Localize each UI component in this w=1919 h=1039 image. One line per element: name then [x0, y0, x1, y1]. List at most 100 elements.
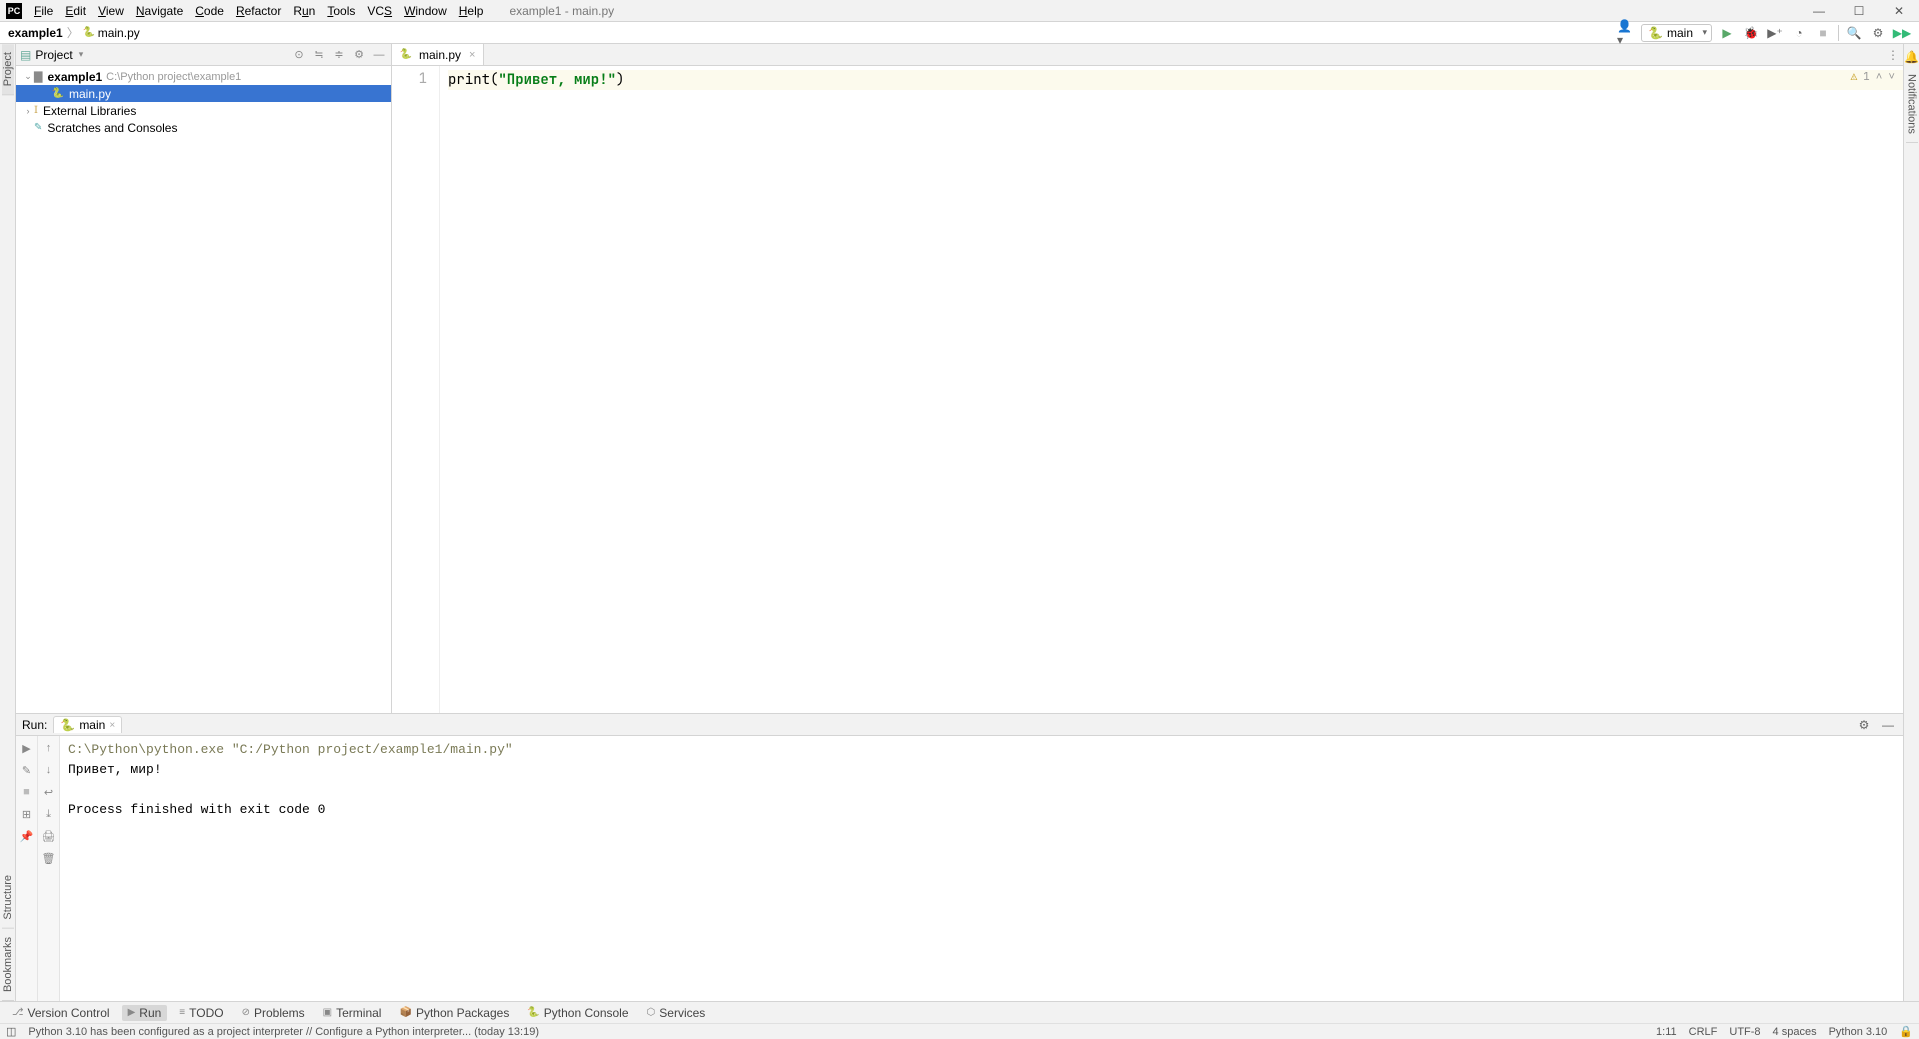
status-interpreter[interactable]: Python 3.10 — [1829, 1026, 1888, 1038]
run-config-name: main — [1667, 26, 1693, 40]
code-area[interactable]: print("Привет, мир!") ⚠ 1 ˄ ˅ — [440, 66, 1903, 713]
packages-icon: 📦 — [399, 1007, 411, 1018]
stop-button[interactable]: ■ — [1814, 24, 1832, 42]
inspection-widget[interactable]: ⚠ 1 ˄ ˅ — [1851, 70, 1895, 84]
editor-tab-main[interactable]: 🐍 main.py × — [392, 44, 484, 65]
status-message[interactable]: Python 3.10 has been configured as a pro… — [28, 1026, 539, 1038]
menu-vcs[interactable]: VCS — [361, 2, 398, 20]
problems-icon: ⊘ — [242, 1007, 250, 1018]
code-line-1[interactable]: print("Привет, мир!") — [448, 70, 1903, 90]
up-icon[interactable]: ↑ — [41, 740, 57, 756]
tree-file-main[interactable]: 🐍 main.py — [16, 85, 391, 102]
chevron-down-icon[interactable]: ▾ — [79, 49, 84, 60]
search-everywhere-button[interactable]: 🔍 — [1845, 24, 1863, 42]
external-libraries-label: External Libraries — [43, 104, 136, 118]
status-line-sep[interactable]: CRLF — [1689, 1026, 1718, 1038]
status-lock-icon[interactable]: 🔒 — [1899, 1025, 1913, 1038]
editor-tabs: 🐍 main.py × ⋮ — [392, 44, 1903, 66]
bottom-tool-bar: ⎇Version Control ▶Run ≡TODO ⊘Problems ▣T… — [0, 1001, 1919, 1023]
menu-bar: File Edit View Navigate Code Refactor Ru… — [28, 0, 489, 22]
menu-edit[interactable]: Edit — [59, 2, 92, 20]
status-indent[interactable]: 4 spaces — [1773, 1026, 1817, 1038]
minimize-button[interactable]: — — [1799, 0, 1839, 22]
right-tab-notifications[interactable]: Notifications — [1906, 66, 1918, 143]
run-anything-button[interactable]: ▶▶ — [1893, 24, 1911, 42]
debug-button[interactable]: 🐞 — [1742, 24, 1760, 42]
bottom-tab-services[interactable]: ⬡Services — [641, 1005, 712, 1021]
layout-icon[interactable]: ⊞ — [19, 806, 35, 822]
expand-all-icon[interactable]: ≒ — [311, 47, 327, 63]
status-caret-pos[interactable]: 1:11 — [1656, 1026, 1677, 1038]
soft-wrap-icon[interactable]: ↩ — [41, 784, 57, 800]
hide-panel-icon[interactable]: — — [1879, 716, 1897, 734]
bottom-tab-python-console[interactable]: 🐍Python Console — [521, 1005, 634, 1021]
pin-icon[interactable]: 📌 — [19, 828, 35, 844]
expand-arrow-icon[interactable]: › — [22, 106, 34, 116]
project-title[interactable]: Project — [35, 48, 72, 62]
left-tab-bookmarks[interactable]: Bookmarks — [2, 929, 14, 1001]
breadcrumb-sep: 〉 — [67, 24, 79, 41]
breadcrumb-root[interactable]: example1 — [8, 26, 63, 40]
menu-view[interactable]: View — [92, 2, 130, 20]
close-tab-icon[interactable]: × — [469, 49, 475, 61]
menu-tools[interactable]: Tools — [321, 2, 361, 20]
close-button[interactable]: ✕ — [1879, 0, 1919, 22]
menu-run[interactable]: Run — [287, 2, 321, 20]
python-icon: 🐍 — [60, 718, 75, 732]
print-icon[interactable]: 🖨 — [41, 828, 57, 844]
scroll-to-end-icon[interactable]: ⤓ — [41, 806, 57, 822]
python-icon: 🐍 — [1648, 26, 1663, 40]
bottom-tab-run[interactable]: ▶Run — [122, 1005, 168, 1021]
settings-icon[interactable]: ⚙ — [351, 47, 367, 63]
close-tab-icon[interactable]: × — [109, 720, 115, 731]
bottom-tab-todo[interactable]: ≡TODO — [173, 1005, 229, 1021]
settings-button[interactable]: ⚙ — [1869, 24, 1887, 42]
menu-file[interactable]: File — [28, 2, 59, 20]
next-highlight-icon[interactable]: ˅ — [1888, 70, 1895, 84]
bottom-tab-python-packages[interactable]: 📦Python Packages — [393, 1005, 515, 1021]
project-tree[interactable]: ⌄ ▇ example1 C:\Python project\example1 … — [16, 66, 391, 713]
maximize-button[interactable]: ☐ — [1839, 0, 1879, 22]
menu-help[interactable]: Help — [453, 2, 490, 20]
app-icon: PC — [6, 3, 22, 19]
run-coverage-button[interactable]: ▶⁺ — [1766, 24, 1784, 42]
down-icon[interactable]: ↓ — [41, 762, 57, 778]
profile-button[interactable]: ◔ — [1790, 24, 1808, 42]
clear-icon[interactable]: 🗑 — [41, 850, 57, 866]
hide-panel-icon[interactable]: — — [371, 47, 387, 63]
tree-root[interactable]: ⌄ ▇ example1 C:\Python project\example1 — [16, 68, 391, 85]
add-user-icon[interactable]: 👤▾ — [1617, 24, 1635, 42]
bottom-tab-terminal[interactable]: ▣Terminal — [317, 1005, 388, 1021]
breadcrumb-file[interactable]: main.py — [98, 26, 140, 40]
rerun-icon[interactable]: ▶ — [19, 740, 35, 756]
tree-external-libraries[interactable]: › 𝕀 External Libraries — [16, 102, 391, 119]
select-opened-file-icon[interactable]: ⊙ — [291, 47, 307, 63]
menu-window[interactable]: Window — [398, 2, 453, 20]
attach-debugger-icon[interactable]: ✎ — [19, 762, 35, 778]
stop-icon[interactable]: ■ — [19, 784, 35, 800]
menu-code[interactable]: Code — [189, 2, 230, 20]
status-tool-window-icon[interactable]: ◫ — [6, 1025, 16, 1038]
menu-refactor[interactable]: Refactor — [230, 2, 287, 20]
status-encoding[interactable]: UTF-8 — [1729, 1026, 1760, 1038]
left-tab-project[interactable]: Project — [2, 44, 14, 95]
settings-icon[interactable]: ⚙ — [1855, 716, 1873, 734]
run-config-selector[interactable]: 🐍 main — [1641, 24, 1712, 42]
editor-tabs-more-icon[interactable]: ⋮ — [1883, 44, 1903, 65]
python-file-icon: 🐍 — [83, 27, 95, 39]
bottom-tab-version-control[interactable]: ⎇Version Control — [6, 1005, 116, 1021]
expand-arrow-icon[interactable]: ⌄ — [22, 71, 34, 82]
run-button[interactable]: ▶ — [1718, 24, 1736, 42]
tree-scratches[interactable]: ✎ Scratches and Consoles — [16, 119, 391, 136]
run-console[interactable]: C:\Python\python.exe "C:/Python project/… — [60, 736, 1903, 1001]
left-tab-structure[interactable]: Structure — [2, 867, 14, 929]
run-tab-main[interactable]: 🐍 main × — [53, 716, 122, 733]
notifications-icon[interactable]: 🔔 — [1903, 48, 1919, 66]
run-primary-toolbar: ▶ ✎ ■ ⊞ 📌 — [16, 736, 38, 1001]
center-column: ▤ Project ▾ ⊙ ≒ ≑ ⚙ — ⌄ ▇ example1 C:\Py… — [16, 44, 1903, 1001]
collapse-all-icon[interactable]: ≑ — [331, 47, 347, 63]
editor-body[interactable]: 1 print("Привет, мир!") ⚠ 1 ˄ ˅ — [392, 66, 1903, 713]
prev-highlight-icon[interactable]: ˄ — [1876, 70, 1883, 84]
bottom-tab-problems[interactable]: ⊘Problems — [236, 1005, 311, 1021]
menu-navigate[interactable]: Navigate — [130, 2, 189, 20]
